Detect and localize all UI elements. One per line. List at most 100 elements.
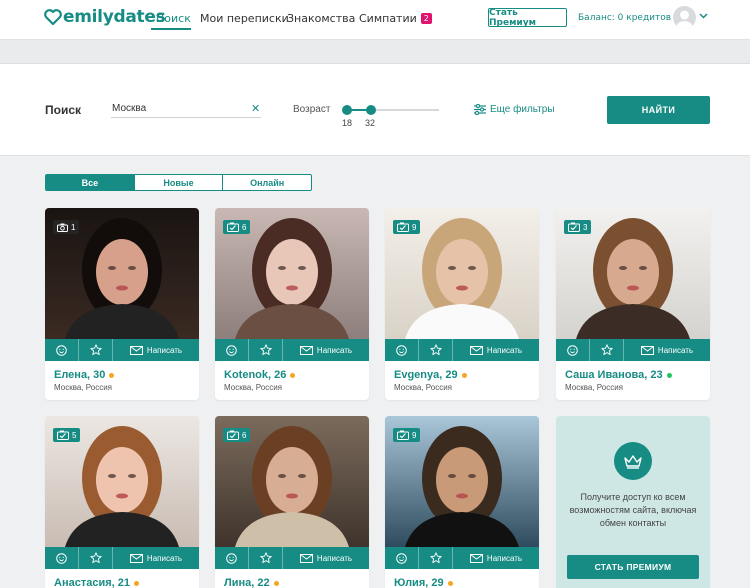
write-message-button[interactable]: Написать bbox=[113, 339, 199, 361]
profile-card[interactable]: 5 Написать Анастасия, 21 bbox=[45, 416, 199, 588]
profile-name[interactable]: Kotenok, 26 bbox=[224, 369, 296, 381]
photo-container[interactable]: 6 bbox=[215, 416, 369, 547]
card-actions: Написать bbox=[45, 547, 199, 569]
profile-card[interactable]: 9 Написать Evgenya, 29 Москва, Россия bbox=[385, 208, 539, 400]
wink-button[interactable] bbox=[45, 339, 79, 361]
photo-container[interactable]: 5 bbox=[45, 416, 199, 547]
favorite-button[interactable] bbox=[249, 339, 283, 361]
write-message-button[interactable]: Написать bbox=[453, 339, 539, 361]
profile-name[interactable]: Саша Иванова, 23 bbox=[565, 369, 672, 381]
mail-icon bbox=[129, 345, 143, 355]
favorite-button[interactable] bbox=[419, 547, 453, 569]
profile-name[interactable]: Лина, 22 bbox=[224, 577, 279, 588]
profile-card[interactable]: 6 Написать Лина, 22 bbox=[215, 416, 369, 588]
profile-card[interactable]: 1 Написать Елена, 30 Москва, Россия bbox=[45, 208, 199, 400]
age-max-handle[interactable] bbox=[366, 105, 376, 115]
photo-count-badge: 1 bbox=[53, 220, 80, 234]
photo-container[interactable]: 3 bbox=[556, 208, 710, 339]
profile-name[interactable]: Evgenya, 29 bbox=[394, 369, 467, 381]
write-label: Написать bbox=[657, 345, 694, 355]
nav-search[interactable]: Поиск bbox=[156, 12, 191, 25]
photo-container[interactable]: 6 bbox=[215, 208, 369, 339]
photo-count-badge: 6 bbox=[223, 220, 251, 234]
star-icon bbox=[429, 552, 442, 564]
write-message-button[interactable]: Написать bbox=[283, 339, 369, 361]
camera-icon bbox=[57, 223, 68, 232]
city-input[interactable] bbox=[111, 100, 261, 118]
wink-button[interactable] bbox=[385, 339, 419, 361]
profile-name-text: Kotenok, 26 bbox=[224, 369, 287, 381]
mail-icon bbox=[299, 345, 313, 355]
card-actions: Написать bbox=[385, 339, 539, 361]
age-min-handle[interactable] bbox=[342, 105, 352, 115]
mail-icon bbox=[299, 553, 313, 563]
smile-icon bbox=[56, 552, 67, 564]
profile-name[interactable]: Анастасия, 21 bbox=[54, 577, 139, 588]
photo-count: 5 bbox=[72, 430, 77, 440]
wink-button[interactable] bbox=[45, 547, 79, 569]
profile-card[interactable]: 3 Написать Саша Иванова, 23 Москва, Росс… bbox=[556, 208, 710, 400]
write-label: Написать bbox=[316, 553, 353, 563]
tab-online[interactable]: Онлайн bbox=[222, 175, 311, 190]
avatar[interactable] bbox=[673, 6, 696, 29]
nav-likes[interactable]: Симпатии 2 bbox=[359, 12, 432, 25]
crown-icon bbox=[614, 442, 652, 480]
write-message-button[interactable]: Написать bbox=[283, 547, 369, 569]
photo-count: 1 bbox=[71, 222, 76, 232]
favorite-button[interactable] bbox=[419, 339, 453, 361]
status-dot bbox=[273, 580, 279, 586]
star-icon bbox=[259, 552, 272, 564]
tab-new[interactable]: Новые bbox=[133, 175, 223, 190]
wink-button[interactable] bbox=[215, 339, 249, 361]
profile-name-text: Анастасия, 21 bbox=[54, 577, 130, 588]
nav-dating[interactable]: Знакомства bbox=[287, 12, 355, 25]
wink-button[interactable] bbox=[556, 339, 590, 361]
photo-count-badge: 3 bbox=[564, 220, 592, 234]
profile-card[interactable]: 6 Написать Kotenok, 26 Москва, Россия bbox=[215, 208, 369, 400]
profile-name[interactable]: Юлия, 29 bbox=[394, 577, 453, 588]
wink-button[interactable] bbox=[385, 547, 419, 569]
photo-container[interactable]: 1 bbox=[45, 208, 199, 339]
star-icon bbox=[429, 344, 442, 356]
favorite-button[interactable] bbox=[79, 339, 113, 361]
status-dot bbox=[133, 580, 139, 586]
become-premium-button[interactable]: Стать Премиум bbox=[488, 8, 567, 28]
chevron-down-icon[interactable] bbox=[699, 13, 708, 19]
profile-name[interactable]: Елена, 30 bbox=[54, 369, 115, 381]
write-label: Написать bbox=[486, 553, 523, 563]
photo-container[interactable]: 9 bbox=[385, 416, 539, 547]
search-label: Поиск bbox=[45, 103, 82, 117]
find-button[interactable]: НАЙТИ bbox=[607, 96, 710, 124]
card-actions: Написать bbox=[556, 339, 710, 361]
star-icon bbox=[89, 552, 102, 564]
wink-button[interactable] bbox=[215, 547, 249, 569]
smile-icon bbox=[567, 344, 578, 356]
write-label: Написать bbox=[146, 553, 183, 563]
favorite-button[interactable] bbox=[79, 547, 113, 569]
write-message-button[interactable]: Написать bbox=[453, 547, 539, 569]
clear-city-icon[interactable]: ✕ bbox=[251, 102, 260, 115]
more-filters-link[interactable]: Еще фильтры bbox=[474, 104, 555, 115]
mail-icon bbox=[640, 345, 654, 355]
profile-card[interactable]: 9 Написать Юлия, 29 bbox=[385, 416, 539, 588]
write-message-button[interactable]: Написать bbox=[624, 339, 710, 361]
profile-name-text: Саша Иванова, 23 bbox=[565, 369, 663, 381]
photos-icon bbox=[397, 430, 409, 440]
star-icon bbox=[600, 344, 613, 356]
favorite-button[interactable] bbox=[590, 339, 624, 361]
photos-icon bbox=[397, 222, 409, 232]
photo-count-badge: 5 bbox=[53, 428, 81, 442]
tab-all[interactable]: Все bbox=[46, 175, 134, 190]
favorite-button[interactable] bbox=[249, 547, 283, 569]
nav-messages[interactable]: Мои переписки bbox=[200, 12, 289, 25]
logo[interactable]: emilydates bbox=[44, 7, 166, 27]
age-min-value: 18 bbox=[342, 118, 353, 128]
become-premium-promo-button[interactable]: СТАТЬ ПРЕМИУМ bbox=[567, 555, 699, 579]
photos-icon bbox=[568, 222, 580, 232]
photo-count-badge: 9 bbox=[393, 220, 421, 234]
write-message-button[interactable]: Написать bbox=[113, 547, 199, 569]
photo-container[interactable]: 9 bbox=[385, 208, 539, 339]
sub-header-band bbox=[0, 40, 750, 64]
filters-icon bbox=[474, 104, 486, 115]
credit-balance[interactable]: Баланс: 0 кредитов bbox=[578, 13, 671, 23]
